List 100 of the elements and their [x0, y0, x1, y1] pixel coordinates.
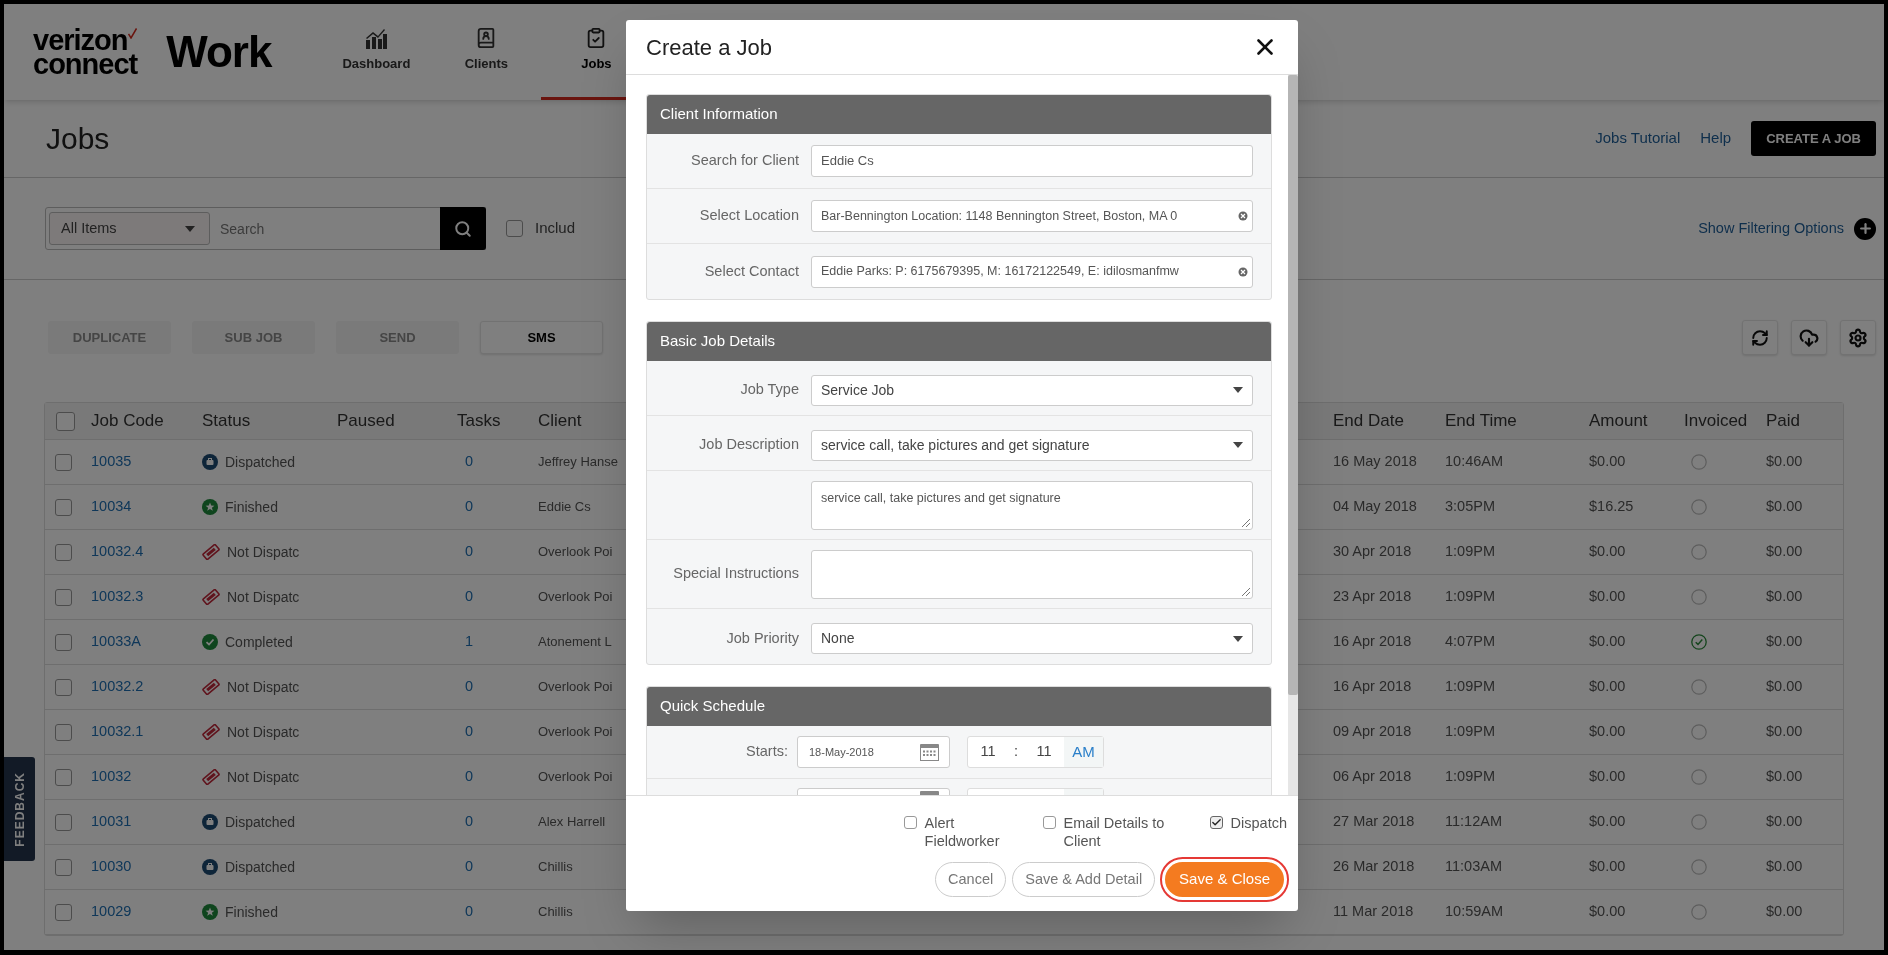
secondary-button[interactable]: Save & Add Detail — [1012, 862, 1156, 897]
task-count-link[interactable]: 0 — [441, 721, 474, 743]
table-cell-text: 16 Apr 2018 — [1332, 677, 1413, 697]
table-cell-text: Overlook Poi — [537, 588, 614, 607]
column-header[interactable]: Paid — [1756, 408, 1843, 434]
job-code-link[interactable]: 10032.4 — [87, 541, 144, 563]
nav-tab[interactable]: Dashboard — [321, 4, 432, 100]
scope-dropdown[interactable]: All Items — [49, 212, 210, 245]
field-label: Job Priority — [725, 628, 800, 648]
time-separator: : — [1013, 742, 1019, 762]
search-bar[interactable]: All Items Search — [45, 207, 486, 250]
table-cell-text: 11:03AM — [1444, 857, 1503, 877]
text-area[interactable]: service call, take pictures and get signature — [811, 480, 1253, 530]
column-header[interactable]: Invoiced — [1671, 408, 1756, 434]
table-cell-text: Overlook Poi — [537, 723, 614, 742]
table-cell-text: $0.00 — [1588, 677, 1627, 697]
table-cell-text: Atonement L — [537, 633, 613, 652]
column-header[interactable]: Job Code — [87, 408, 197, 434]
table-cell-text: $0.00 — [1765, 767, 1804, 787]
table-cell-text: 1:09PM — [1444, 587, 1496, 607]
status-text: Not Dispatc — [227, 677, 300, 697]
table-cell-text: $0.00 — [1765, 587, 1804, 607]
table-cell-text: $0.00 — [1588, 452, 1627, 472]
table-cell-text: 30 Apr 2018 — [1332, 542, 1413, 562]
column-header[interactable]: Tasks — [441, 408, 531, 434]
table-cell-text: $0.00 — [1588, 722, 1627, 742]
combo-box[interactable]: Bar-Bennington Location: 1148 Bennington Street, Boston, MA 0 — [811, 200, 1253, 232]
table-cell-text: 1:09PM — [1444, 542, 1496, 562]
column-header[interactable]: Paused — [329, 408, 441, 434]
table-cell-text: $0.00 — [1765, 632, 1804, 652]
status-text: Dispatched — [225, 812, 296, 832]
table-cell-text: $0.00 — [1588, 857, 1627, 877]
column-header[interactable]: End Time — [1435, 408, 1577, 434]
column-header[interactable]: Client — [531, 408, 625, 434]
status-text: Not Dispatc — [227, 722, 300, 742]
table-cell-text: 23 Apr 2018 — [1332, 587, 1413, 607]
job-code-link[interactable]: 10034 — [87, 496, 132, 518]
section-header: Client Information — [647, 95, 1271, 134]
nav-tab[interactable]: Clients — [431, 4, 542, 100]
option-label[interactable]: Alert Fieldworker — [924, 814, 1015, 850]
job-code-link[interactable]: 10032 — [87, 766, 132, 788]
task-count-link[interactable]: 0 — [441, 901, 474, 923]
option-label[interactable]: Email Details to Client — [1063, 814, 1182, 850]
dropdown[interactable]: service call, take pictures and get signature — [811, 429, 1253, 461]
field-label: Special Instructions — [672, 564, 800, 584]
table-cell-text: 1:09PM — [1444, 677, 1496, 697]
header-link[interactable]: Jobs Tutorial — [1595, 127, 1681, 150]
table-cell-text: $16.25 — [1588, 497, 1635, 517]
field-label: Search for Client — [690, 151, 800, 171]
dropdown[interactable]: Service Job — [811, 374, 1253, 406]
status-text: Not Dispatc — [227, 542, 300, 562]
table-cell-text: Jeffrey Hanse — [537, 453, 619, 472]
table-cell-text: Eddie Cs — [537, 498, 592, 517]
search-field[interactable]: Search — [210, 208, 440, 249]
create-job-button[interactable]: CREATE A JOB — [1751, 121, 1876, 156]
job-code-link[interactable]: 10029 — [87, 901, 132, 923]
job-code-link[interactable]: 10030 — [87, 856, 132, 878]
option-label[interactable]: Dispatch — [1230, 814, 1287, 832]
task-count-link[interactable]: 0 — [441, 451, 474, 473]
job-code-link[interactable]: 10031 — [87, 811, 132, 833]
table-cell-text: $0.00 — [1765, 722, 1804, 742]
action-button[interactable]: SMS — [480, 321, 603, 354]
table-cell-text: $0.00 — [1588, 812, 1627, 832]
column-header[interactable]: Status — [197, 408, 329, 434]
table-cell-text: 10:46AM — [1444, 452, 1505, 472]
job-code-link[interactable]: 10035 — [87, 451, 132, 473]
task-count-link[interactable]: 0 — [441, 586, 474, 608]
checkbox-label[interactable]: Includ — [535, 217, 576, 240]
task-count-link[interactable]: 0 — [441, 541, 474, 563]
header-link[interactable]: Help — [1700, 127, 1732, 150]
table-cell-text: Chillis — [537, 903, 574, 922]
task-count-link[interactable]: 0 — [441, 676, 474, 698]
table-cell-text: Alex Harrell — [537, 813, 607, 832]
job-code-link[interactable]: 10032.1 — [87, 721, 144, 743]
job-code-link[interactable]: 10033A — [87, 631, 141, 653]
field-label: Starts: — [745, 742, 789, 762]
logo-text: connect — [33, 52, 138, 76]
time-picker[interactable]: 11 : 11 AM — [967, 736, 1104, 768]
client-search-field[interactable]: Eddie Cs — [811, 145, 1253, 177]
task-count-link[interactable]: 0 — [441, 496, 474, 518]
task-count-link[interactable]: 0 — [441, 766, 474, 788]
table-cell-text: $0.00 — [1588, 587, 1627, 607]
field-label: Job Type — [739, 380, 800, 400]
task-count-link[interactable]: 0 — [441, 856, 474, 878]
feedback-tab[interactable]: FEEDBACK — [4, 757, 35, 861]
product-name: Work — [166, 26, 272, 78]
column-header[interactable]: End Date — [1321, 408, 1435, 434]
job-code-link[interactable]: 10032.2 — [87, 676, 144, 698]
filter-options-link[interactable]: Show Filtering Options — [1698, 217, 1844, 240]
job-code-link[interactable]: 10032.3 — [87, 586, 144, 608]
secondary-button[interactable]: Cancel — [935, 862, 1007, 897]
column-header[interactable]: Amount — [1577, 408, 1671, 434]
table-cell-text: 11 Mar 2018 — [1332, 902, 1415, 922]
combo-box[interactable]: Eddie Parks: P: 6175679395, M: 16172122549, E: idilosmanfmw — [811, 255, 1253, 288]
dropdown[interactable]: None — [811, 623, 1253, 654]
table-cell-text: 09 Apr 2018 — [1332, 722, 1413, 742]
date-field[interactable]: 18-May-2018 — [797, 736, 950, 768]
task-count-link[interactable]: 0 — [441, 811, 474, 833]
section-header: Quick Schedule — [647, 687, 1271, 726]
task-count-link[interactable]: 1 — [441, 631, 474, 653]
